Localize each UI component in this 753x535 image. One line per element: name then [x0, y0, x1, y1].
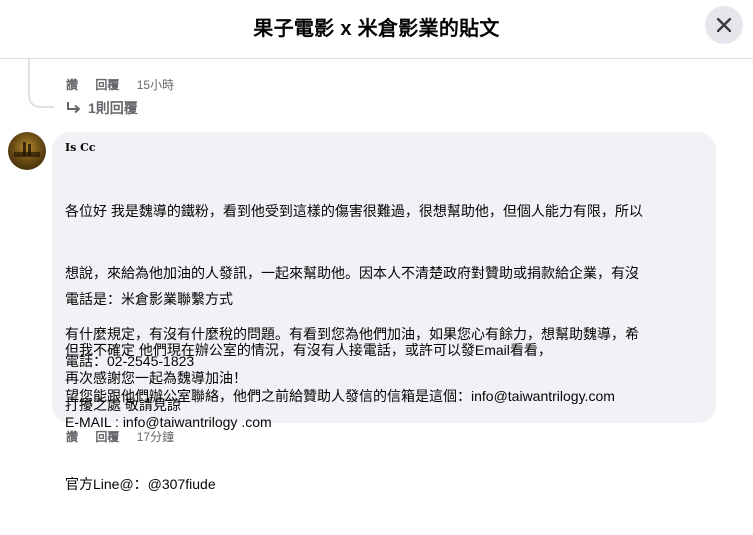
contact-line: 電話是：米倉影業聯繫方式 [65, 291, 233, 307]
like-button[interactable]: 讚 [66, 78, 78, 92]
replies-count-label: 1則回覆 [88, 100, 138, 116]
contact-line: 官方Line@：@307fiude [65, 475, 216, 492]
comment-paragraph-5: 打擾之處 敬請見諒 [65, 397, 181, 413]
comment-paragraph-4: 再次感謝您一起為魏導加油！ [65, 370, 247, 386]
comment-timestamp[interactable]: 15小時 [137, 78, 174, 92]
comment-timestamp[interactable]: 17分鐘 [137, 430, 174, 444]
comment-bubble: Is Cc 各位好 我是魏導的鐵粉，看到他受到這樣的傷害很難過，很想幫助他，但個… [52, 132, 716, 492]
thread-connector [28, 58, 54, 108]
reply-button[interactable]: 回覆 [95, 430, 119, 444]
dialog-title: 果子電影 x 米倉影業的貼文 [253, 18, 500, 40]
close-icon [717, 18, 731, 32]
comment-actions: 讚 回覆 17分鐘 [66, 428, 188, 445]
comment-author[interactable]: Is Cc [65, 141, 96, 154]
previous-comment-actions: 讚 回覆 15小時 [66, 76, 188, 93]
avatar[interactable] [8, 132, 46, 170]
comment-contact-block: 電話是：米倉影業聯繫方式 電話：02-2545-1823 E-MAIL : in… [65, 248, 272, 535]
view-replies-link[interactable]: 1則回覆 [66, 98, 138, 118]
dialog-header: 果子電影 x 米倉影業的貼文 [0, 0, 753, 59]
reply-button[interactable]: 回覆 [95, 78, 119, 92]
close-button[interactable] [705, 6, 743, 44]
comment-line: 各位好 我是魏導的鐵粉，看到他受到這樣的傷害很難過，很想幫助他，但個人能力有限，… [65, 203, 643, 219]
reply-arrow-icon [67, 102, 80, 114]
comment-paragraph-3: 但我不確定 他們現在辦公室的情況，有沒有人接電話，或許可以發Email看看， [65, 342, 552, 358]
like-button[interactable]: 讚 [66, 430, 78, 444]
